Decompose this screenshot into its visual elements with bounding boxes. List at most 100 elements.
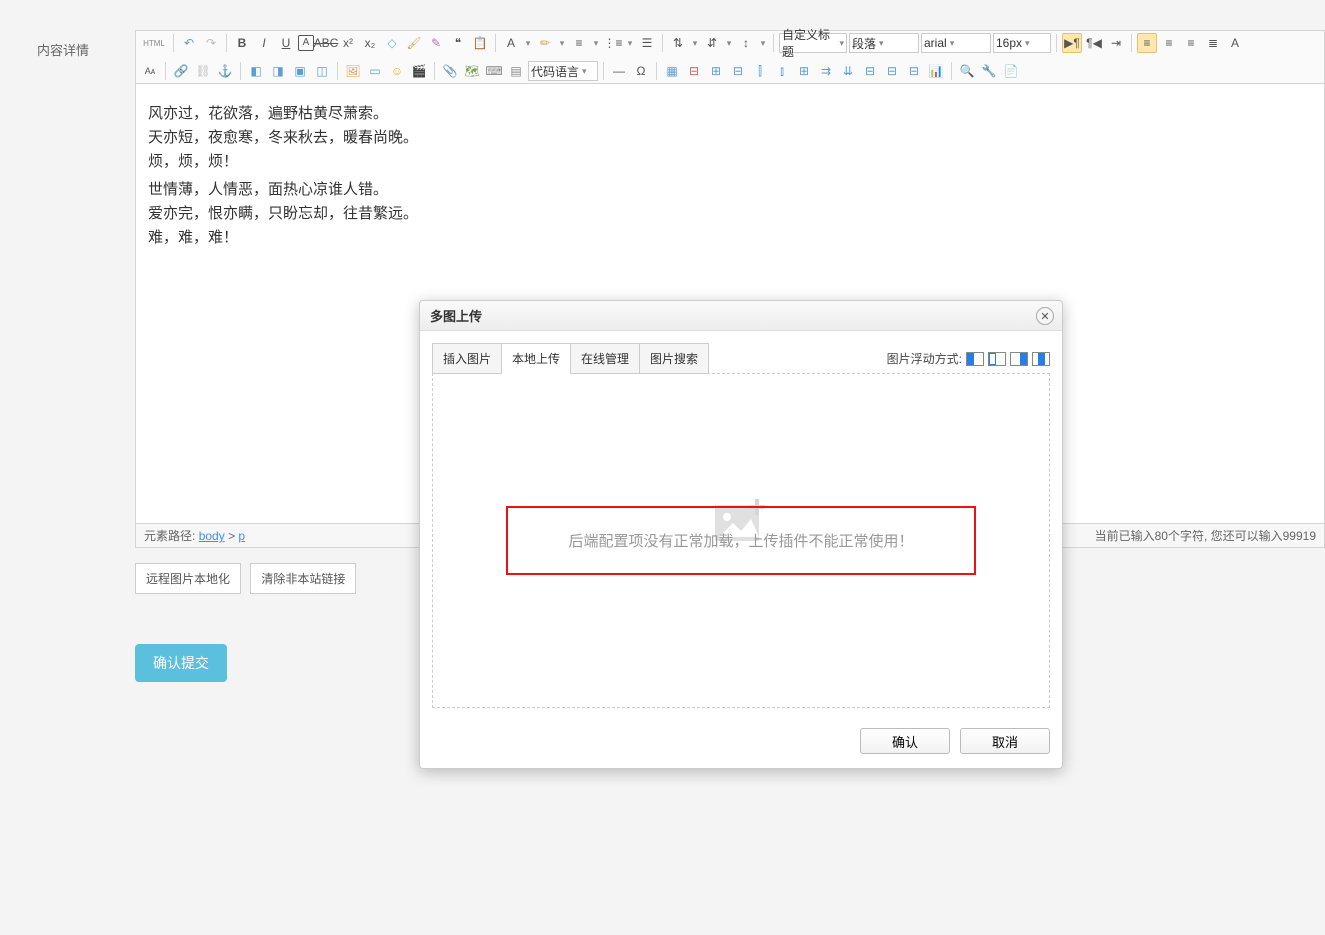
align-left-icon[interactable]: ≡ — [1137, 33, 1157, 53]
subscript-icon[interactable]: x₂ — [360, 33, 380, 53]
print-icon[interactable]: 📄 — [1001, 61, 1021, 81]
float-none-icon[interactable] — [966, 352, 984, 366]
img-center-icon[interactable]: ▣ — [290, 61, 310, 81]
deletetable-icon[interactable]: ⊟ — [684, 61, 704, 81]
search-icon[interactable]: 🔍 — [957, 61, 977, 81]
formatpaint-icon[interactable]: 🖌 — [404, 33, 424, 53]
img-right-icon[interactable]: ◨ — [268, 61, 288, 81]
fontborder-icon[interactable]: A — [298, 35, 314, 51]
redo-icon[interactable]: ↷ — [201, 33, 221, 53]
remote-local-button[interactable]: 远程图片本地化 — [135, 563, 241, 594]
upload-dropzone[interactable]: 后端配置项没有正常加载，上传插件不能正常使用！ — [432, 373, 1050, 708]
upload-error-callout: 后端配置项没有正常加载，上传插件不能正常使用！ — [506, 506, 976, 575]
insertcol-icon[interactable]: ⫿ — [750, 61, 770, 81]
forecolor-dd[interactable]: ▾ — [523, 38, 533, 49]
float-center-icon[interactable] — [1032, 352, 1050, 366]
attachment-icon[interactable]: 📎 — [440, 61, 460, 81]
dialog-cancel-button[interactable]: 取消 — [960, 728, 1050, 754]
float-right-icon[interactable] — [1010, 352, 1028, 366]
align-center-icon[interactable]: ≡ — [1159, 33, 1179, 53]
superscript-icon[interactable]: x² — [338, 33, 358, 53]
pasteplain-icon[interactable]: 📋 — [470, 33, 490, 53]
undo-icon[interactable]: ↶ — [179, 33, 199, 53]
content-line: 烦，烦，烦！ — [148, 150, 1312, 174]
splitcols-icon[interactable]: ⊟ — [904, 61, 924, 81]
align-justify-icon[interactable]: ≣ — [1203, 33, 1223, 53]
strikethrough-icon[interactable]: ABC — [316, 33, 336, 53]
autotype-icon[interactable]: ✎ — [426, 33, 446, 53]
mergecells-icon[interactable]: ⊞ — [794, 61, 814, 81]
insertrow-icon[interactable]: ⊞ — [706, 61, 726, 81]
backcolor-icon[interactable]: ✏ — [535, 33, 555, 53]
unlink-icon[interactable]: ⛓ — [193, 61, 213, 81]
mergeright-icon[interactable]: ⇉ — [816, 61, 836, 81]
underline-icon[interactable]: U — [276, 33, 296, 53]
mergedown-icon[interactable]: ⇊ — [838, 61, 858, 81]
heading-select[interactable]: 自定义标题 — [779, 33, 847, 53]
html-source-button[interactable]: HTML — [140, 33, 168, 53]
italic-icon[interactable]: I — [254, 33, 274, 53]
selectall-icon[interactable]: ☰ — [637, 33, 657, 53]
insertcode-icon[interactable]: ⌨ — [484, 61, 504, 81]
ol-dd[interactable]: ▾ — [591, 38, 601, 49]
splitrows-icon[interactable]: ⊟ — [882, 61, 902, 81]
template-icon[interactable]: ▤ — [506, 61, 526, 81]
bold-icon[interactable]: B — [232, 33, 252, 53]
insertimage-icon[interactable]: 🖼 — [343, 61, 363, 81]
dir-rtl-icon[interactable]: ¶◀ — [1084, 33, 1104, 53]
backcolor-dd[interactable]: ▾ — [557, 38, 567, 49]
touppercase-icon[interactable]: A — [1225, 33, 1245, 53]
replace-icon[interactable]: 🔧 — [979, 61, 999, 81]
tab-insert-image[interactable]: 插入图片 — [432, 343, 502, 374]
spechar-icon[interactable]: Ω — [631, 61, 651, 81]
submit-button[interactable]: 确认提交 — [135, 644, 227, 682]
rowspacingtop-icon[interactable]: ⇅ — [668, 33, 688, 53]
indent-icon[interactable]: ⇥ — [1106, 33, 1126, 53]
deleterow-icon[interactable]: ⊟ — [728, 61, 748, 81]
path-body-link[interactable]: body — [199, 529, 225, 543]
img-none-icon[interactable]: ◫ — [312, 61, 332, 81]
rowspacingbottom-icon[interactable]: ⇵ — [702, 33, 722, 53]
align-right-icon[interactable]: ≡ — [1181, 33, 1201, 53]
lineheight-icon[interactable]: ↕ — [736, 33, 756, 53]
eraser-icon[interactable]: ◇ — [382, 33, 402, 53]
blockquote-icon[interactable]: ❝ — [448, 33, 468, 53]
codelang-select[interactable]: 代码语言 — [528, 61, 598, 81]
fontfamily-select[interactable]: arial — [921, 33, 991, 53]
tab-online-manage[interactable]: 在线管理 — [570, 343, 640, 374]
paragraph-select[interactable]: 段落 — [849, 33, 919, 53]
content-line: 世情薄，人情恶，面热心凉谁人错。 — [148, 178, 1312, 202]
deletecol-icon[interactable]: ⫾ — [772, 61, 792, 81]
fontsize-select[interactable]: 16px — [993, 33, 1051, 53]
float-left-icon[interactable] — [988, 352, 1006, 366]
tolowercase-icon[interactable]: Aᴀ — [140, 61, 160, 81]
tab-image-search[interactable]: 图片搜索 — [639, 343, 709, 374]
emotion-icon[interactable]: ☺ — [387, 61, 407, 81]
rsb-dd[interactable]: ▾ — [724, 38, 734, 49]
insertframe-icon[interactable]: ▭ — [365, 61, 385, 81]
path-sep: > — [228, 529, 235, 543]
dir-ltr-icon[interactable]: ▶¶ — [1062, 33, 1082, 53]
charttable-icon[interactable]: 📊 — [926, 61, 946, 81]
orderedlist-icon[interactable]: ≡ — [569, 33, 589, 53]
map-icon[interactable]: 🗺 — [462, 61, 482, 81]
anchor-icon[interactable]: ⚓ — [215, 61, 235, 81]
lh-dd[interactable]: ▾ — [758, 38, 768, 49]
inserttable-icon[interactable]: ▦ — [662, 61, 682, 81]
forecolor-icon[interactable]: A — [501, 33, 521, 53]
insertvideo-icon[interactable]: 🎬 — [409, 61, 429, 81]
clear-links-button[interactable]: 清除非本站链接 — [250, 563, 356, 594]
rst-dd[interactable]: ▾ — [690, 38, 700, 49]
dialog-ok-button[interactable]: 确认 — [860, 728, 950, 754]
element-path: 元素路径: body > p — [144, 527, 245, 544]
link-icon[interactable]: 🔗 — [171, 61, 191, 81]
hr-icon[interactable]: — — [609, 61, 629, 81]
splitcells-icon[interactable]: ⊟ — [860, 61, 880, 81]
tab-local-upload[interactable]: 本地上传 — [501, 343, 571, 374]
img-left-icon[interactable]: ◧ — [246, 61, 266, 81]
path-p-link[interactable]: p — [238, 529, 245, 543]
unorderedlist-icon[interactable]: ⋮≡ — [603, 33, 623, 53]
separator — [165, 62, 166, 80]
ul-dd[interactable]: ▾ — [625, 38, 635, 49]
dialog-close-button[interactable]: ✕ — [1036, 307, 1054, 325]
